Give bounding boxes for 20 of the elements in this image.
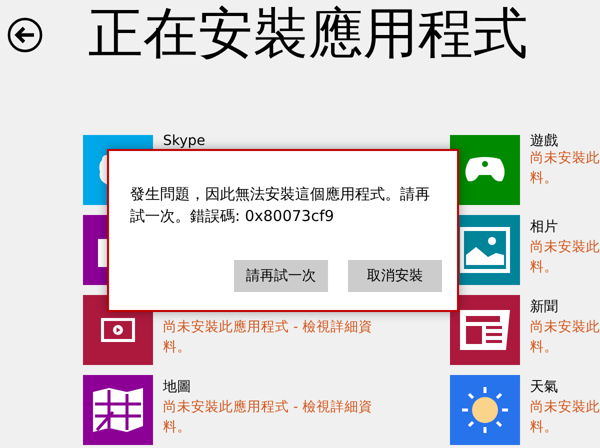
- page-title: 正在安裝應用程式: [88, 0, 528, 66]
- app-name: 天氣: [530, 378, 559, 397]
- error-message: 發生問題，因此無法安裝這個應用程式。請再試一次。錯誤碼: 0x80073cf9: [130, 184, 431, 227]
- install-status: 料。: [530, 169, 559, 188]
- install-status: 尚未安裝此: [530, 398, 600, 417]
- app-name: 相片: [530, 218, 559, 237]
- install-status: 尚未安裝此: [530, 238, 600, 257]
- app-name: 地圖: [163, 378, 192, 397]
- install-status: 料。: [530, 258, 559, 277]
- install-status: 尚未安裝此應用程式 - 檢視詳細資: [163, 398, 372, 417]
- install-status: 料。: [530, 418, 559, 437]
- install-status: 料。: [163, 418, 192, 437]
- app-name: 新聞: [530, 298, 559, 317]
- install-status: 尚未安裝此應用程式 - 檢視詳細資: [163, 318, 372, 337]
- app-name: 遊戲: [530, 134, 559, 148]
- install-status: 料。: [163, 338, 192, 357]
- install-status: 尚未安裝此: [530, 149, 600, 168]
- app-name: Skype: [163, 134, 206, 148]
- install-status: 尚未安裝此: [530, 318, 600, 337]
- install-status: 料。: [530, 338, 559, 357]
